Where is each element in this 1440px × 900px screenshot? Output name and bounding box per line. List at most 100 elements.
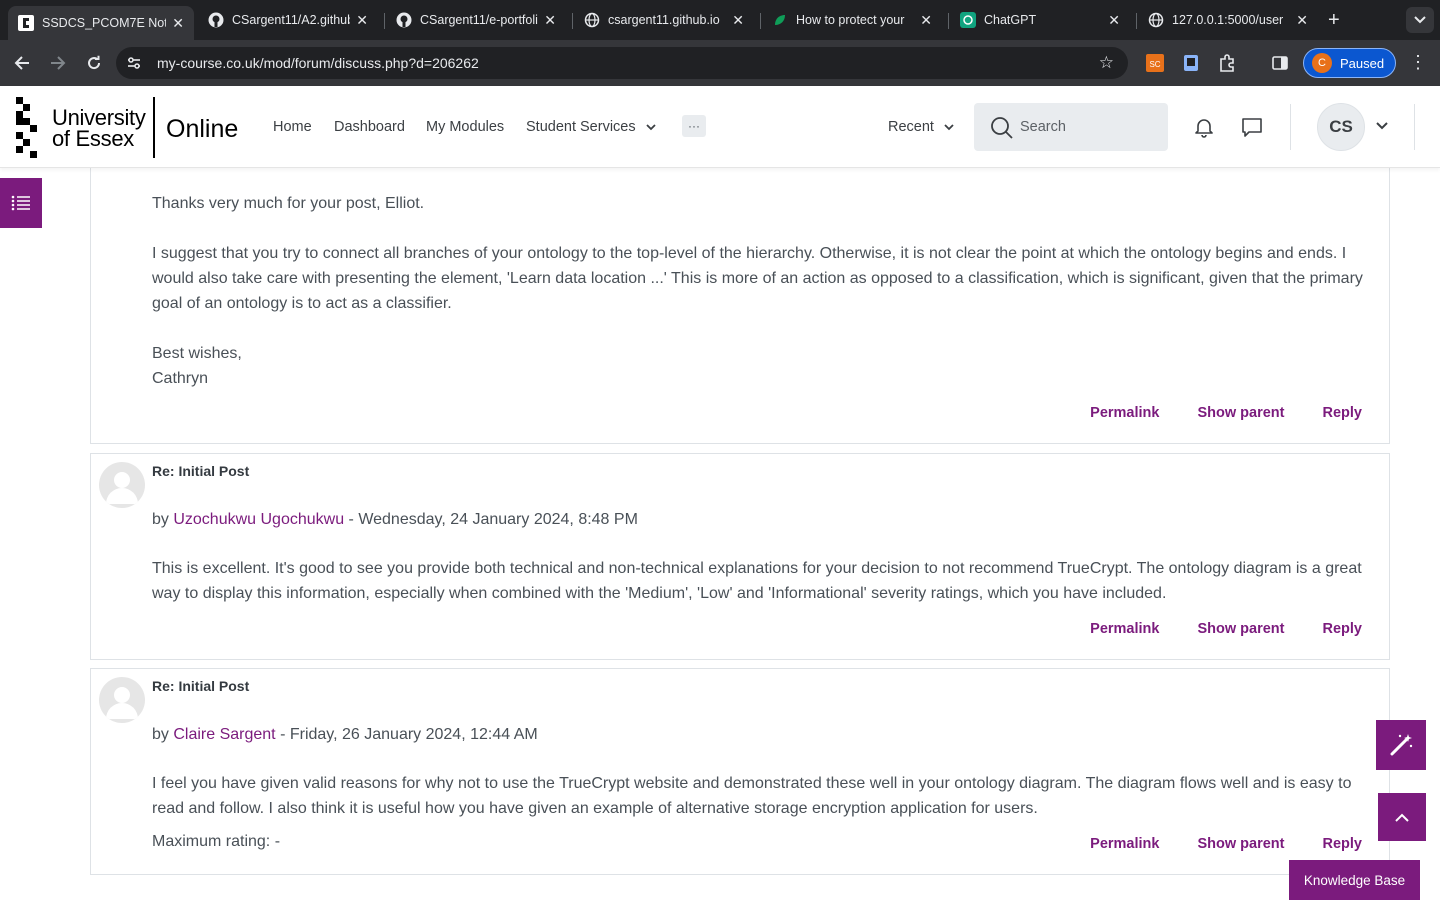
nav-student-services[interactable]: Student Services — [526, 119, 656, 135]
reply-link[interactable]: Reply — [1323, 621, 1363, 637]
site-info-icon[interactable] — [126, 55, 142, 71]
tab-search-button[interactable] — [1406, 7, 1434, 33]
browser-tab[interactable]: 127.0.0.1:5000/user ✕ — [1138, 6, 1318, 34]
search-box[interactable] — [974, 103, 1168, 151]
messages-icon[interactable] — [1241, 116, 1263, 138]
search-input[interactable] — [1020, 117, 1150, 137]
header-divider — [1290, 104, 1291, 150]
recent-label: Recent — [888, 119, 934, 135]
browser-tab[interactable]: csargent11.github.io ✕ — [574, 6, 754, 34]
close-icon[interactable]: ✕ — [356, 12, 368, 29]
permalink-link[interactable]: Permalink — [1090, 836, 1159, 852]
avatar[interactable] — [99, 677, 145, 723]
chevron-down-icon — [944, 124, 954, 131]
user-avatar[interactable]: CS — [1317, 103, 1365, 151]
logo-divider — [153, 97, 155, 158]
recent-dropdown[interactable]: Recent — [888, 119, 954, 135]
post-actions: Permalink Show parent Reply — [1052, 836, 1362, 852]
back-to-top-button[interactable] — [1378, 793, 1426, 841]
reply-link[interactable]: Reply — [1323, 836, 1363, 852]
close-icon[interactable]: ✕ — [732, 12, 744, 29]
tab-title: SSDCS_PCOM7E Notes — [42, 16, 167, 30]
close-icon[interactable]: ✕ — [1108, 12, 1120, 29]
puzzle-icon[interactable] — [1217, 53, 1237, 73]
address-bar[interactable]: my-course.co.uk/mod/forum/discuss.php?d=… — [116, 47, 1128, 79]
post-actions: Permalink Show parent Reply — [1052, 405, 1362, 421]
tab-title: CSargent11/e-portfolio — [420, 13, 539, 27]
post-date: - Friday, 26 January 2024, 12:44 AM — [275, 726, 538, 743]
tab-separator — [384, 13, 385, 29]
back-button[interactable] — [9, 50, 35, 76]
show-parent-link[interactable]: Show parent — [1197, 621, 1284, 637]
nav-home[interactable]: Home — [273, 119, 312, 135]
github-icon — [208, 12, 224, 28]
tab-separator — [572, 13, 573, 29]
new-tab-button[interactable]: + — [1328, 9, 1340, 32]
post-byline: by Uzochukwu Ugochukwu - Wednesday, 24 J… — [152, 511, 638, 529]
permalink-link[interactable]: Permalink — [1090, 621, 1159, 637]
byline-prefix: by — [152, 511, 174, 528]
magic-wand-button[interactable] — [1376, 720, 1426, 770]
globe-icon — [584, 12, 600, 28]
course-index-toggle[interactable] — [0, 178, 42, 228]
show-parent-link[interactable]: Show parent — [1197, 836, 1284, 852]
post-date: - Wednesday, 24 January 2024, 8:48 PM — [344, 511, 638, 528]
browser-menu-icon[interactable]: ⋮ — [1409, 52, 1427, 73]
extension-book-icon[interactable] — [1181, 53, 1201, 73]
close-icon[interactable]: ✕ — [172, 15, 184, 32]
rating-text: Maximum rating: - — [152, 833, 281, 850]
avatar[interactable] — [99, 462, 145, 508]
post-content: This is excellent. It's good to see you … — [152, 556, 1372, 606]
logo-line1: University — [52, 105, 146, 130]
university-logo[interactable]: University of Essex Online — [16, 97, 239, 159]
bell-icon[interactable] — [1193, 116, 1215, 138]
show-parent-link[interactable]: Show parent — [1197, 405, 1284, 421]
tab-title: 127.0.0.1:5000/user — [1172, 13, 1284, 27]
browser-tab[interactable]: CSargent11/A2.github.io ✕ — [198, 6, 378, 34]
browser-tab[interactable]: How to protect your ✕ — [762, 6, 942, 34]
author-link[interactable]: Uzochukwu Ugochukwu — [173, 511, 344, 528]
chevron-down-icon[interactable] — [1376, 122, 1388, 130]
magic-wand-icon — [1390, 734, 1413, 756]
chatgpt-icon — [960, 12, 976, 28]
reload-button[interactable] — [81, 50, 107, 76]
side-panel-icon[interactable] — [1270, 53, 1290, 73]
post-paragraph: Best wishes, — [152, 345, 242, 362]
browser-tab[interactable]: ChatGPT ✕ — [950, 6, 1130, 34]
profile-avatar: C — [1312, 53, 1332, 73]
site-header: University of Essex Online Home Dashboar… — [0, 86, 1440, 168]
byline-prefix: by — [152, 726, 174, 743]
forum-post: Thanks very much for your post, Elliot. … — [90, 160, 1390, 444]
browser-toolbar: my-course.co.uk/mod/forum/discuss.php?d=… — [0, 40, 1440, 86]
chevron-up-icon — [1395, 813, 1409, 822]
ext-label: SC — [1149, 60, 1160, 69]
close-icon[interactable]: ✕ — [1296, 12, 1308, 29]
globe-icon — [1148, 12, 1164, 28]
reply-link[interactable]: Reply — [1323, 405, 1363, 421]
forum-post: Re: Initial Post by Uzochukwu Ugochukwu … — [90, 453, 1390, 660]
nav-student-services-label: Student Services — [526, 119, 636, 135]
logo-online: Online — [166, 115, 239, 143]
profile-button[interactable]: C Paused — [1303, 48, 1396, 78]
post-paragraph: Cathryn — [152, 370, 209, 387]
author-link[interactable]: Claire Sargent — [173, 726, 275, 743]
post-content: Thanks very much for your post, Elliot. … — [152, 191, 1372, 391]
user-placeholder-icon — [106, 472, 138, 504]
forward-button[interactable] — [45, 50, 71, 76]
permalink-link[interactable]: Permalink — [1090, 405, 1159, 421]
knowledge-base-button[interactable]: Knowledge Base — [1289, 860, 1420, 900]
browser-tab[interactable]: CSargent11/e-portfolio ✕ — [386, 6, 566, 34]
chevron-down-icon — [646, 124, 656, 131]
browser-tab[interactable]: SSDCS_PCOM7E Notes ✕ — [8, 6, 194, 40]
logo-line2: of Essex — [52, 126, 134, 151]
close-icon[interactable]: ✕ — [544, 12, 556, 29]
nav-dashboard[interactable]: Dashboard — [334, 119, 405, 135]
star-icon[interactable]: ☆ — [1099, 53, 1114, 73]
post-content: I feel you have given valid reasons for … — [152, 771, 1372, 821]
extension-sc-icon[interactable]: SC — [1145, 53, 1165, 73]
nav-my-modules[interactable]: My Modules — [426, 119, 504, 135]
more-nav-button[interactable]: ··· — [682, 115, 706, 137]
close-icon[interactable]: ✕ — [920, 12, 932, 29]
arrow-right-icon — [51, 56, 66, 70]
post-subject: Re: Initial Post — [152, 463, 250, 479]
